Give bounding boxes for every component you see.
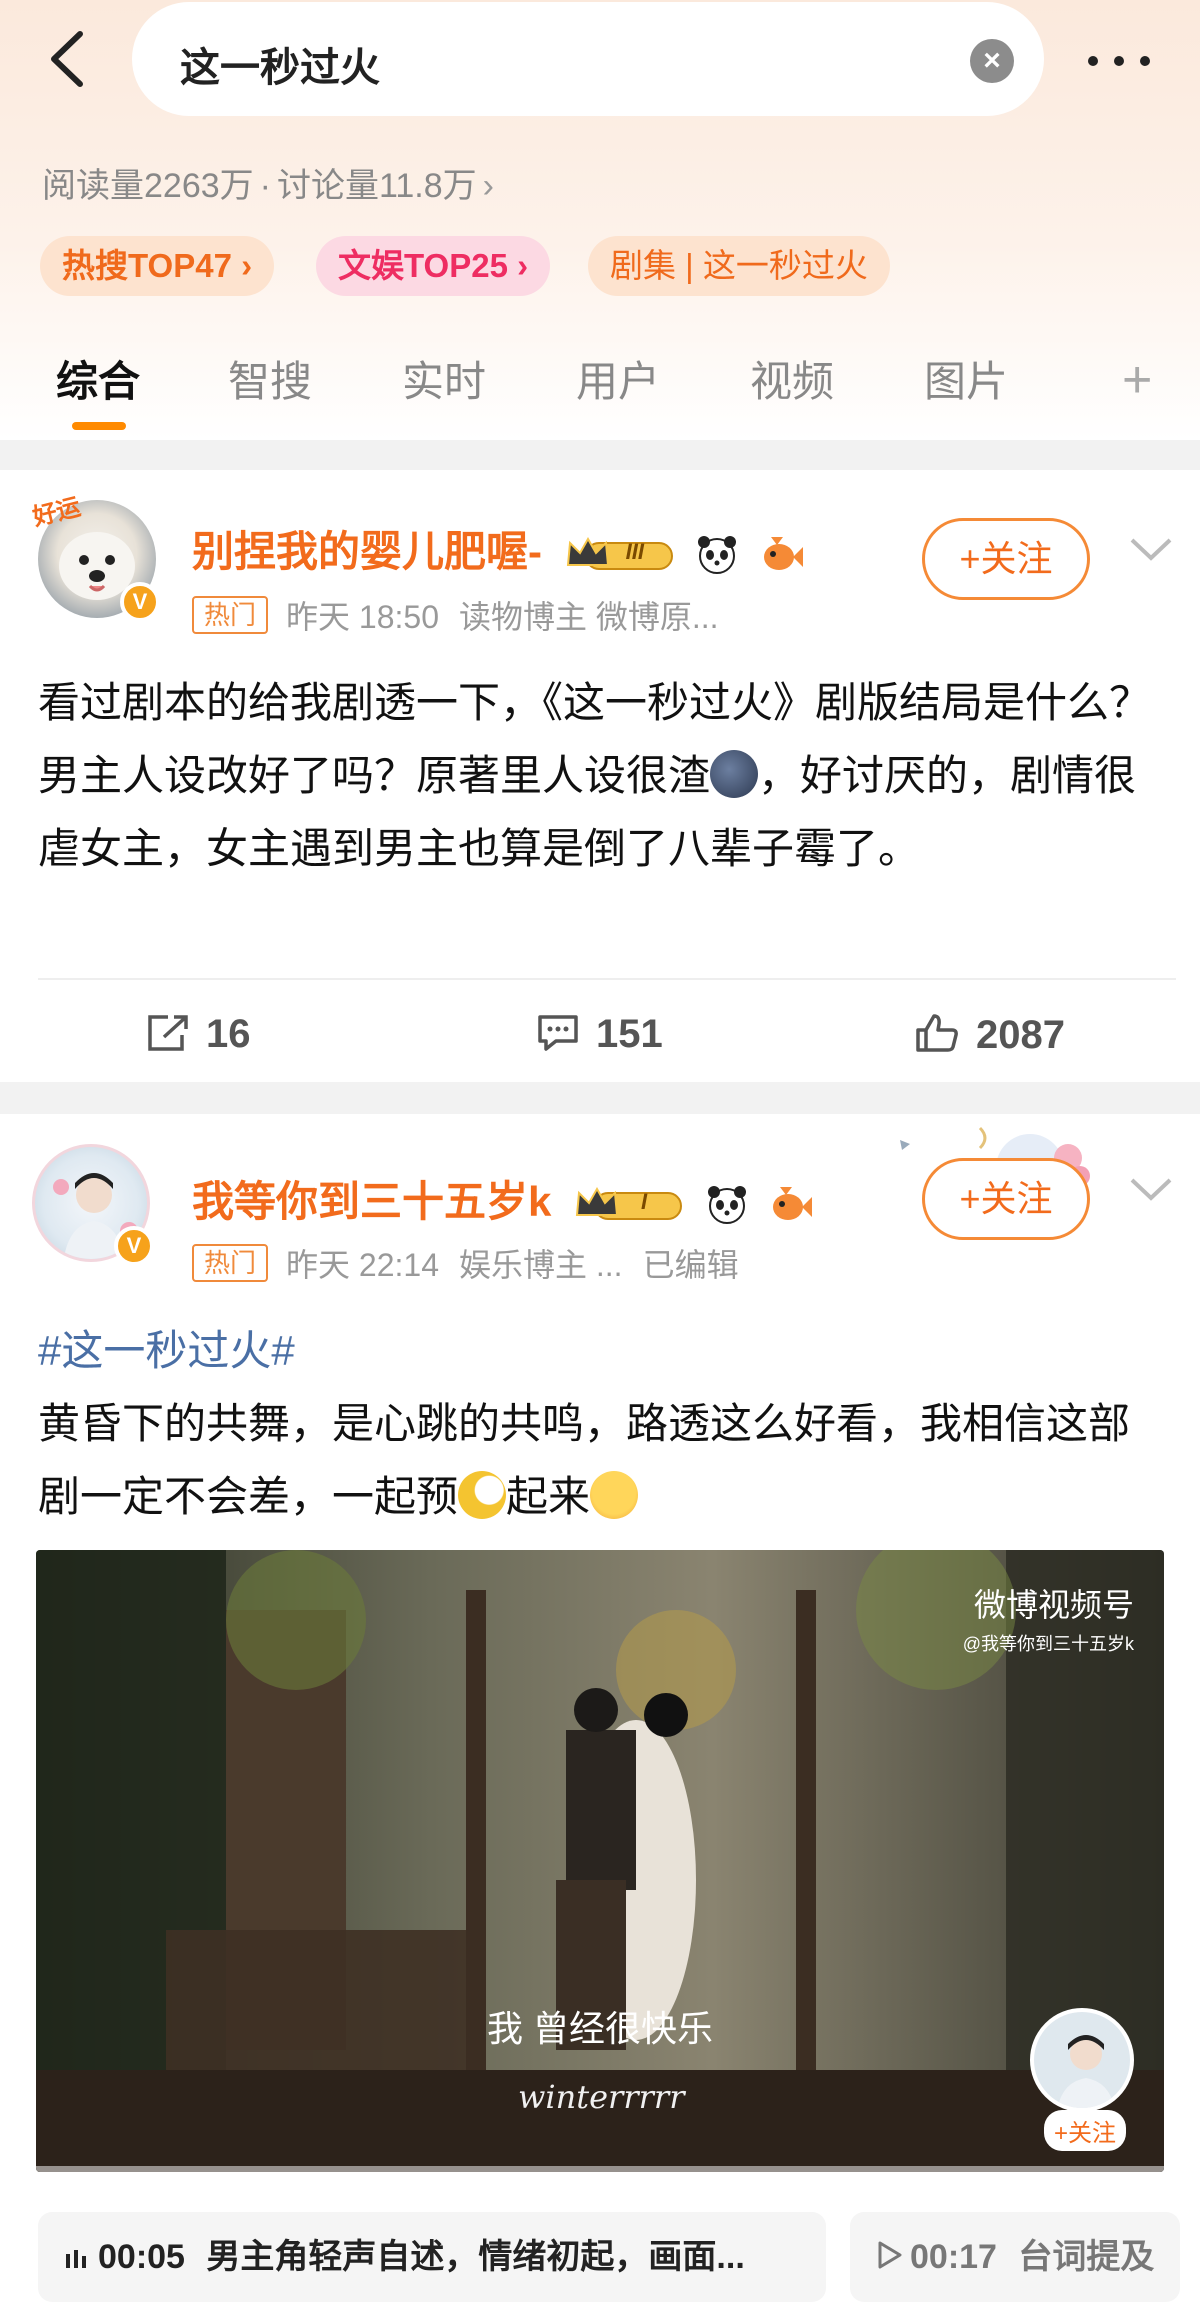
- chevron-left-icon: [51, 31, 83, 87]
- moon-face-emoji-icon: [710, 750, 759, 798]
- comment-icon: [538, 1015, 578, 1051]
- tab-realtime[interactable]: 实时: [402, 348, 486, 409]
- panda-icon: [695, 533, 739, 577]
- tab-bar: 综合 智搜 实时 用户 视频 图片 +: [0, 330, 1200, 430]
- tab-images[interactable]: 图片: [924, 348, 1008, 409]
- topic-hashtag[interactable]: #这一秒过火#: [38, 1314, 1168, 1387]
- chevron-right-icon: ›: [482, 167, 494, 205]
- video-author-avatar[interactable]: [1030, 2008, 1134, 2112]
- thumbs-up-icon: [916, 1014, 958, 1052]
- edited-label: 已编辑: [642, 1247, 739, 1283]
- verified-badge-icon: V: [120, 582, 160, 622]
- hot-tag: 热门: [192, 1244, 269, 1282]
- audio-bars-icon: [64, 2214, 88, 2302]
- repost-button[interactable]: 16: [146, 1012, 251, 1057]
- chapter-time: 00:05: [98, 2238, 185, 2276]
- crown-badge-icon: III: [564, 535, 676, 575]
- video-chapter[interactable]: 00:17 台词提及: [850, 2212, 1180, 2302]
- avatar[interactable]: 好运 V: [30, 494, 160, 622]
- post-content: #这一秒过火# 黄昏下的共舞，是心跳的共鸣，路透这么好看，我相信这部剧一定不会差…: [38, 1314, 1168, 1533]
- video-signature: winterrrrr: [518, 2078, 685, 2116]
- tab-comprehensive[interactable]: 综合: [56, 348, 140, 409]
- post-text-part2: 起来: [506, 1473, 591, 1520]
- video-player[interactable]: 微博视频号 @我等你到三十五岁k 我 曾经很快乐 winterrrrr +关注: [36, 1550, 1164, 2172]
- post-menu-button[interactable]: [1126, 530, 1176, 570]
- blushing-face-emoji-icon: [590, 1471, 639, 1519]
- post-author[interactable]: 别捏我的婴儿肥喔- III: [192, 518, 804, 579]
- topic-stats[interactable]: 阅读量2263万 · 讨论量11.8万 ›: [42, 158, 494, 207]
- post-time: 昨天 18:50: [286, 599, 439, 635]
- crown-level: III: [625, 538, 645, 564]
- follow-button[interactable]: +关注: [922, 1158, 1090, 1240]
- video-chapter[interactable]: 00:05 男主角轻声自述，情绪初起，画面...: [38, 2212, 826, 2302]
- search-input[interactable]: 这一秒过火 ×: [132, 2, 1044, 116]
- hot-tag: 热门: [192, 596, 269, 634]
- comment-button[interactable]: 151: [536, 1012, 663, 1057]
- chapter-time: 00:17: [910, 2238, 997, 2276]
- post-meta: 热门 昨天 18:50 读物博主 微博原...: [192, 592, 739, 638]
- read-count: 阅读量2263万: [42, 167, 254, 205]
- share-icon: [148, 1015, 188, 1051]
- entertainment-rank-pill[interactable]: 文娱TOP25 ›: [316, 236, 551, 296]
- post-source: 读物博主 微博原...: [459, 599, 719, 635]
- like-button[interactable]: 2087: [914, 1012, 1065, 1058]
- play-icon: [876, 2214, 902, 2302]
- video-watermark: 微博视频号 @我等你到三十五岁k: [963, 1580, 1134, 1656]
- video-logo-text: 微博视频号: [973, 1587, 1134, 1623]
- add-tab-icon[interactable]: +: [1122, 354, 1152, 406]
- panda-icon: [705, 1183, 749, 1227]
- stats-separator: ·: [259, 167, 271, 205]
- hot-search-rank-pill[interactable]: 热搜TOP47 ›: [40, 236, 275, 296]
- active-tab-indicator: [72, 422, 126, 430]
- tab-users[interactable]: 用户: [576, 348, 660, 409]
- tab-videos[interactable]: 视频: [750, 348, 834, 409]
- comment-count: 151: [596, 1012, 663, 1056]
- chapter-desc: 台词提及: [1018, 2238, 1155, 2276]
- post-time: 昨天 22:14: [286, 1247, 439, 1283]
- action-divider: [38, 978, 1176, 980]
- tab-smart-search[interactable]: 智搜: [228, 348, 312, 409]
- fish-icon: [759, 533, 804, 577]
- fish-icon: [768, 1183, 813, 1227]
- chapter-desc: 男主角轻声自述，情绪初起，画面...: [206, 2238, 745, 2276]
- video-subtitle: 我 曾经很快乐: [486, 2008, 713, 2049]
- like-count: 2087: [976, 1013, 1065, 1057]
- crown-badge-icon: I: [573, 1185, 685, 1225]
- post-source: 娱乐博主 ...: [459, 1247, 623, 1283]
- search-query: 这一秒过火: [180, 46, 380, 90]
- post-card: V 我等你到三十五岁k I 热门 昨天 22:14 娱乐博主 ... 已编辑 +关注 …: [0, 1114, 1200, 2306]
- post-card: 好运 V 别捏我的婴儿肥喔- III 热门 昨天 18:50 读物博主 微博原...…: [0, 470, 1200, 1082]
- clear-search-button[interactable]: ×: [970, 39, 1014, 83]
- search-header: 这一秒过火 × 阅读量2263万 · 讨论量11.8万 › 热搜TOP47 › 文娱T…: [0, 0, 1200, 440]
- back-button[interactable]: [40, 28, 96, 90]
- username-text: 我等你到三十五岁k: [192, 1178, 552, 1225]
- close-icon: ×: [983, 44, 1001, 77]
- video-follow-button[interactable]: +关注: [1043, 2110, 1126, 2151]
- video-logo-handle: @我等你到三十五岁k: [962, 1634, 1134, 1654]
- moon-emoji-icon: [458, 1471, 507, 1519]
- avatar[interactable]: V: [32, 1144, 154, 1266]
- discuss-count: 讨论量11.8万: [276, 167, 477, 205]
- chevron-down-icon: [1130, 538, 1172, 561]
- post-menu-button[interactable]: [1126, 1170, 1176, 1210]
- follow-button[interactable]: +关注: [922, 518, 1090, 600]
- repost-count: 16: [206, 1012, 251, 1056]
- username-text: 别捏我的婴儿肥喔-: [192, 528, 542, 575]
- more-options-button[interactable]: [1082, 38, 1162, 82]
- post-content: 看过剧本的给我剧透一下，《这一秒过火》剧版结局是什么？男主人设改好了吗？原著里人…: [38, 666, 1168, 885]
- chevron-down-icon: [1130, 1178, 1172, 1201]
- post-meta: 热门 昨天 22:14 娱乐博主 ... 已编辑: [192, 1240, 759, 1286]
- post-author[interactable]: 我等你到三十五岁k I: [192, 1168, 813, 1229]
- drama-pill[interactable]: 剧集 | 这一秒过火: [588, 236, 890, 296]
- verified-badge-icon: V: [114, 1226, 154, 1266]
- crown-level: I: [641, 1188, 648, 1214]
